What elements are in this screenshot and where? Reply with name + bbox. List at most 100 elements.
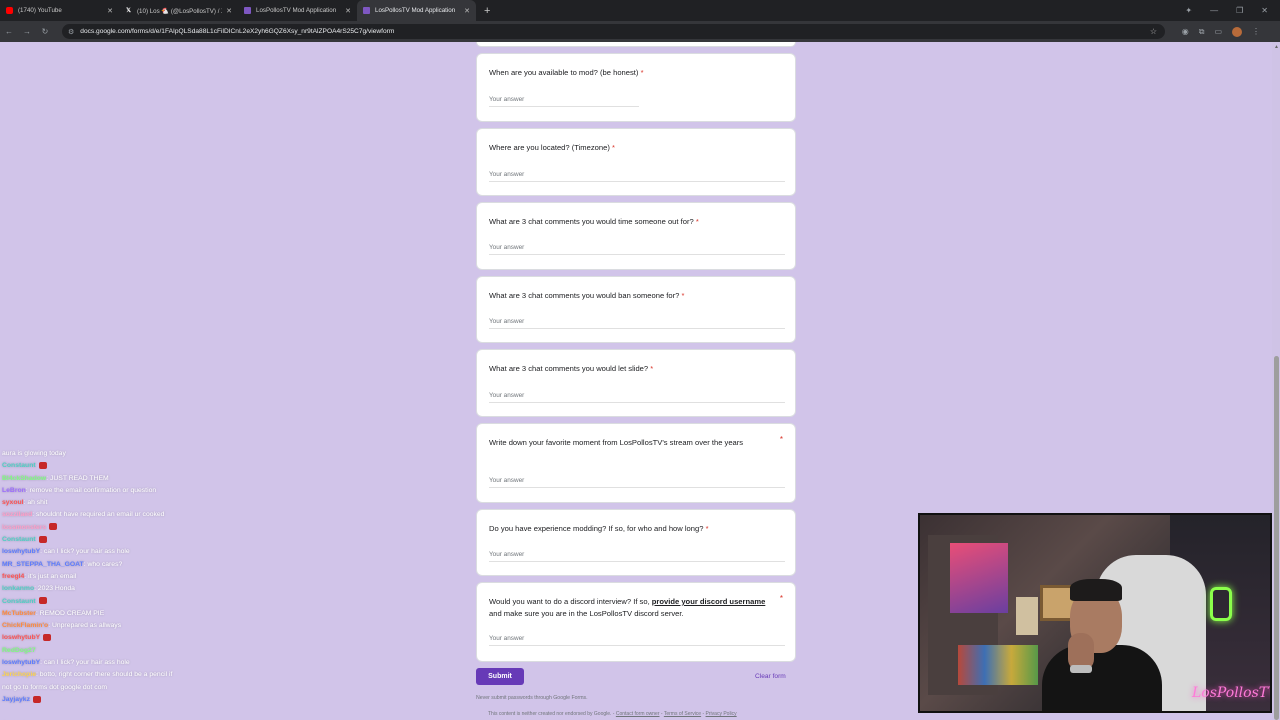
chat-message: LeBron: remove the email confirmation or…: [2, 486, 157, 494]
chat-message: aura is glowing today: [2, 448, 242, 460]
chat-message: sozzilaed: shouldnt have required an ema…: [2, 511, 165, 519]
question-title: Do you have experience modding? If so, f…: [489, 524, 709, 533]
answer-input[interactable]: Your answer: [489, 635, 524, 642]
profile-avatar[interactable]: [1232, 26, 1242, 37]
answer-underline: [489, 181, 785, 182]
sparkle-icon[interactable]: ✦: [1185, 6, 1192, 15]
answer-underline: [489, 645, 785, 646]
poster: [950, 543, 1008, 613]
answer-input[interactable]: Your answer: [489, 477, 524, 484]
chat-username[interactable]: Jerichopie: [2, 671, 36, 678]
question-card: What are 3 chat comments you would time …: [476, 202, 796, 270]
chat-username[interactable]: Constaunt: [2, 598, 36, 605]
chat-text: can I lick? your hair ass hole: [43, 659, 130, 667]
required-asterisk: *: [779, 435, 783, 444]
chat-message: loswhytubY: can I lick? your hair ass ho…: [2, 548, 130, 556]
question-title: What are 3 chat comments you would let s…: [489, 364, 654, 373]
sidepanel-icon[interactable]: ▭: [1214, 27, 1222, 36]
password-warning: Never submit passwords through Google Fo…: [476, 695, 588, 701]
chat-username[interactable]: sozzilaed: [2, 511, 32, 518]
chat-username[interactable]: Bl4ckShadow: [2, 475, 46, 482]
chat-username[interactable]: syxoul: [2, 499, 24, 506]
submit-button[interactable]: Submit: [476, 668, 524, 685]
chat-message: MR_STEPPA_THA_GOAT: who cares?: [2, 560, 123, 568]
answer-underline: [489, 561, 785, 562]
chat-message: [2, 706, 242, 718]
chat-username[interactable]: Constaunt: [2, 536, 36, 543]
webcam-overlay: LosPollosTV: [918, 513, 1272, 713]
scroll-up-icon[interactable]: ▲: [1274, 44, 1279, 50]
tab-mod-application-1[interactable]: LosPollosTV Mod Application ✕: [238, 0, 357, 21]
chat-message: not go to forms dot google dot com: [2, 682, 242, 694]
address-bar: ← → ↻ ⚙ docs.google.com/forms/d/e/1FAIpQ…: [0, 21, 1280, 42]
minimize-icon[interactable]: —: [1210, 6, 1218, 15]
terms-link[interactable]: Terms of Service: [664, 711, 701, 717]
chat-message: syxoul: ah shit: [2, 499, 48, 507]
chat-message: Constaunt: [2, 534, 242, 546]
scrollbar-thumb[interactable]: [1274, 356, 1279, 720]
close-window-icon[interactable]: ✕: [1261, 6, 1268, 15]
chat-username[interactable]: loswhytubY: [2, 659, 40, 666]
chat-username[interactable]: LeBron: [2, 487, 26, 494]
forward-icon[interactable]: →: [18, 27, 36, 36]
chat-username[interactable]: Jayjaykz: [2, 696, 30, 703]
answer-input[interactable]: Your answer: [489, 244, 524, 251]
close-icon[interactable]: ✕: [345, 7, 351, 15]
privacy-link[interactable]: Privacy Policy: [706, 711, 737, 717]
answer-input[interactable]: Your answer: [489, 551, 524, 558]
chat-username[interactable]: loswhytubY: [2, 548, 40, 555]
menu-dots-icon[interactable]: ⋮: [1252, 27, 1260, 36]
question-title: Where are you located? (Timezone) *: [489, 143, 615, 152]
answer-underline: [489, 402, 785, 403]
question-title: What are 3 chat comments you would time …: [489, 217, 699, 226]
puzzle-icon[interactable]: ⧉: [1199, 27, 1205, 37]
chat-message: lossmonsters: [2, 522, 242, 534]
tab-mod-application-2[interactable]: LosPollosTV Mod Application ✕: [357, 0, 476, 21]
chat-text: REMOD CREAM PIE: [39, 609, 105, 617]
tab-label: (1740) YouTube: [18, 7, 62, 14]
tab-x[interactable]: 𝕏 (10) Los 🐔 (@LosPollosTV) / X ✕: [119, 0, 238, 21]
close-icon[interactable]: ✕: [107, 7, 113, 15]
emote-icon: [38, 462, 47, 469]
chat-message: RedDog27: [2, 645, 242, 657]
tab-label: LosPollosTV Mod Application: [256, 7, 337, 14]
clear-form-button[interactable]: Clear form: [755, 673, 786, 680]
answer-input[interactable]: Your answer: [489, 96, 524, 103]
chat-message: Constaunt: [2, 460, 242, 472]
chat-username[interactable]: Constaunt: [2, 462, 36, 469]
chat-username[interactable]: lossmonsters: [2, 524, 46, 531]
chat-username[interactable]: MR_STEPPA_THA_GOAT: [2, 561, 84, 568]
chat-text: shouldnt have required an email ur cooke…: [36, 511, 165, 519]
chat-message: loswhytubY: [2, 632, 242, 644]
chat-username[interactable]: ChickFlamin'o: [2, 622, 48, 629]
maximize-icon[interactable]: ❐: [1236, 6, 1243, 15]
chat-username[interactable]: freegl4: [2, 573, 24, 580]
chat-message: Jayjaykz: [2, 694, 242, 706]
answer-input[interactable]: Your answer: [489, 392, 524, 399]
answer-input[interactable]: Your answer: [489, 171, 524, 178]
question-card: When are you available to mod? (be hones…: [476, 53, 796, 122]
chat-username[interactable]: RedDog27: [2, 647, 36, 654]
reload-icon[interactable]: ↻: [36, 27, 54, 36]
back-icon[interactable]: ←: [0, 27, 18, 36]
question-card: Write down your favorite moment from Los…: [476, 423, 796, 503]
answer-underline: [489, 106, 639, 107]
chat-username[interactable]: McTubster: [2, 610, 36, 617]
close-icon[interactable]: ✕: [464, 7, 470, 15]
chat-username[interactable]: loswhytubY: [2, 634, 40, 641]
chat-username[interactable]: lonkanmo: [2, 585, 34, 592]
close-icon[interactable]: ✕: [226, 7, 232, 15]
bookmark-star-icon[interactable]: ☆: [1150, 27, 1157, 36]
chat-message: McTubster: REMOD CREAM PIE: [2, 609, 105, 617]
site-info-icon[interactable]: ⚙: [68, 28, 74, 36]
new-tab-button[interactable]: +: [484, 5, 490, 17]
url-input[interactable]: ⚙ docs.google.com/forms/d/e/1FAIpQLSda88…: [62, 24, 1165, 39]
stream-chat-overlay: aura is glowing today Constaunt Bl4ckShado…: [2, 448, 242, 720]
chat-message: freegl4: it's just an email: [2, 572, 77, 580]
tab-youtube[interactable]: (1740) YouTube ✕: [0, 0, 119, 21]
extension-icon[interactable]: ◉: [1182, 27, 1189, 36]
answer-input[interactable]: Your answer: [489, 318, 524, 325]
question-title: Would you want to do a discord interview…: [489, 597, 766, 618]
question-title: What are 3 chat comments you would ban s…: [489, 291, 685, 300]
contact-owner-link[interactable]: Contact form owner: [616, 711, 660, 717]
